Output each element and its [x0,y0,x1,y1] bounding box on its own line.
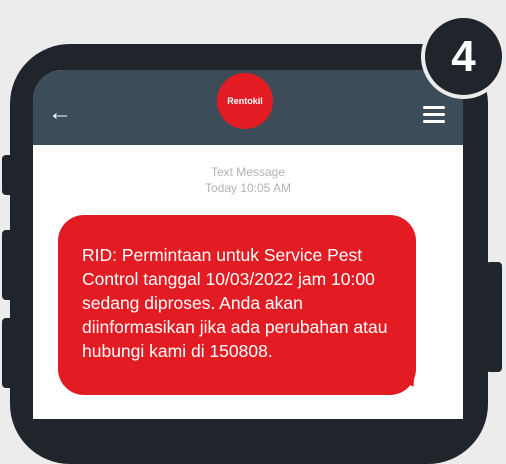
app-header: ← Rentokil [33,70,463,145]
step-number-badge: 4 [421,14,506,99]
message-meta: Text Message Today 10:05 AM [33,164,463,196]
rentokil-logo: Rentokil [217,73,273,129]
message-timestamp: Today 10:05 AM [204,181,292,195]
sms-message-text: RID: Permintaan untuk Service Pest Contr… [82,245,388,361]
back-arrow-icon[interactable]: ← [47,100,73,126]
sms-message-bubble: RID: Permintaan untuk Service Pest Contr… [58,215,416,395]
phone-screen: ← Rentokil Text Message Today 10:05 AM R… [33,70,463,419]
message-type-label: Text Message [210,165,286,179]
hamburger-menu-icon[interactable] [423,106,445,123]
phone-power-button [486,262,502,372]
